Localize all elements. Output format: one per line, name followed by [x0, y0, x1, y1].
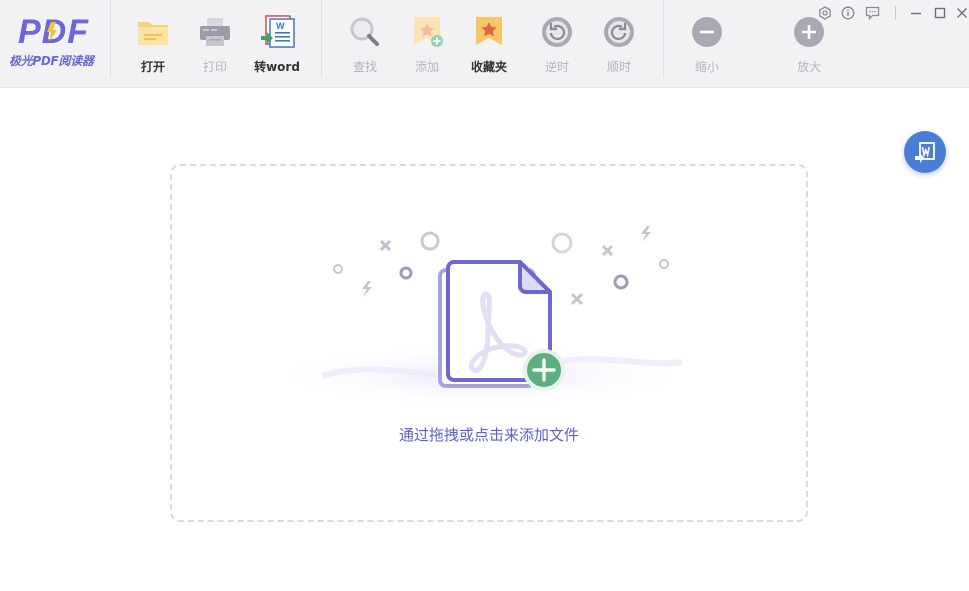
word-convert-float-button[interactable] — [904, 131, 946, 173]
rotate-left-icon — [542, 17, 572, 47]
settings-button[interactable] — [815, 4, 835, 22]
file-drop-zone[interactable]: 通过拖拽或点击来添加文件 — [170, 164, 808, 522]
rotate-cw-label: 顺时 — [606, 60, 631, 74]
print-label: 打印 — [202, 60, 227, 74]
printer-icon — [200, 18, 230, 46]
drop-illustration — [262, 226, 702, 408]
rotate-cw-button[interactable]: 顺时 — [591, 14, 647, 74]
find-button[interactable]: 查找 — [337, 14, 393, 74]
toolbar-divider — [110, 0, 111, 78]
folder-icon — [138, 22, 168, 45]
word-doc-icon: W — [261, 15, 295, 48]
convert-to-word-button[interactable]: W 转word — [249, 14, 305, 74]
add-bookmark-icon — [414, 17, 443, 47]
open-label: 打开 — [140, 60, 165, 74]
close-button[interactable] — [952, 4, 969, 22]
rotate-right-icon — [604, 17, 634, 47]
zoom-out-button[interactable]: 缩小 — [679, 14, 735, 74]
open-button[interactable]: 打开 — [125, 14, 181, 74]
bookmark-icon — [476, 17, 502, 45]
feedback-button[interactable] — [862, 4, 882, 22]
minimize-icon — [911, 12, 921, 15]
print-button[interactable]: 打印 — [187, 14, 243, 74]
rotate-ccw-label: 逆时 — [544, 60, 569, 74]
window-controls-divider — [895, 6, 896, 20]
app-subtitle: 极光PDF阅读器 — [9, 54, 94, 68]
zoom-in-button[interactable]: 放大 — [781, 14, 837, 74]
find-label: 查找 — [352, 60, 377, 74]
info-button[interactable] — [838, 4, 858, 22]
close-icon — [957, 8, 967, 18]
toolbar: PDF 极光PDF阅读器 打开 — [0, 0, 969, 88]
settings-icon — [819, 6, 831, 20]
add-bookmark-button[interactable]: 添加 — [399, 14, 455, 74]
svg-text:W: W — [276, 21, 285, 31]
minimize-button[interactable] — [906, 4, 926, 22]
info-icon — [841, 6, 855, 20]
zoom-out-icon — [692, 17, 722, 47]
zoom-out-label: 缩小 — [694, 60, 719, 74]
toolbar-divider — [321, 0, 322, 78]
to-word-label: 转word — [254, 60, 300, 74]
maximize-icon — [934, 7, 946, 19]
pdf-reader-window: PDF 极光PDF阅读器 打开 — [0, 0, 969, 591]
add-label: 添加 — [414, 60, 439, 74]
rotate-ccw-button[interactable]: 逆时 — [529, 14, 585, 74]
maximize-button[interactable] — [930, 4, 950, 22]
search-icon — [350, 17, 379, 46]
favorites-button[interactable]: 收藏夹 — [461, 14, 517, 74]
drop-hint-text: 通过拖拽或点击来添加文件 — [398, 426, 579, 444]
zoom-in-label: 放大 — [796, 60, 821, 74]
favorites-label: 收藏夹 — [470, 60, 507, 74]
app-logo: PDF 极光PDF阅读器 — [0, 0, 110, 88]
word-convert-icon — [915, 142, 935, 163]
logo-pdf-mark: PDF — [18, 14, 88, 48]
toolbar-divider — [663, 0, 664, 78]
feedback-icon — [865, 6, 879, 20]
